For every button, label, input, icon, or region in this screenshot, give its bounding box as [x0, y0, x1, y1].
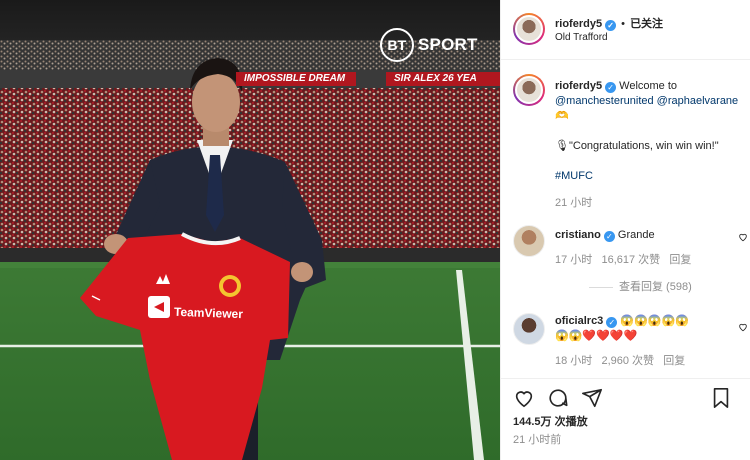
post-video[interactable]: IMPOSSIBLE DREAM SIR ALEX 26 YEA BT SPOR… [0, 0, 500, 460]
post-header: rioferdy5 ✓ • 已关注 Old Trafford [501, 0, 750, 60]
comment-avatar-oficialrc3[interactable] [513, 313, 545, 345]
heart-icon[interactable] [513, 387, 535, 409]
verified-badge-icon: ✓ [605, 82, 617, 93]
comment-2-likes[interactable]: 2,960 次赞 [601, 355, 654, 367]
broadcaster-logo: BT SPORT [380, 28, 478, 62]
mention-raphaelvarane[interactable]: @raphaelvarane [657, 95, 739, 107]
comment-1-reply-button[interactable]: 回复 [669, 254, 691, 266]
stadium-scene [0, 0, 500, 460]
mention-manchesterunited[interactable]: @manchesterunited [555, 95, 654, 107]
comment-1-like-heart-icon[interactable] [738, 232, 748, 242]
comment-2-like-heart-icon[interactable] [738, 322, 748, 332]
caption-avatar[interactable] [513, 74, 545, 106]
caption-intro: Welcome to [619, 80, 678, 92]
header-username[interactable]: rioferdy5 [555, 18, 602, 30]
comment-1-meta: 17 小时 16,617 次赞 回复 [555, 253, 691, 268]
comment-2-text-line2: 😱😱❤️❤️❤️❤️ [555, 330, 638, 342]
caption-username[interactable]: rioferdy5 [555, 80, 602, 92]
view-count[interactable]: 144.5万 次播放 [513, 415, 588, 430]
avatar[interactable] [513, 13, 545, 45]
broadcaster-name: SPORT [418, 35, 478, 54]
comment-2-reply-button[interactable]: 回复 [663, 355, 685, 367]
shirt-sponsor: TeamViewer [173, 304, 244, 322]
comment-1-time: 17 小时 [555, 254, 593, 266]
separator: • [621, 18, 625, 30]
comment-1-likes[interactable]: 16,617 次赞 [601, 254, 660, 266]
caption-line-1: rioferdy5 ✓ Welcome to [555, 79, 677, 94]
comment-icon[interactable] [547, 387, 569, 409]
broadcaster-circle: BT [380, 28, 414, 62]
caption-line-2: @manchesterunited @raphaelvarane [555, 94, 738, 109]
verified-badge-icon: ✓ [606, 317, 618, 328]
comment-2-text-line1: 😱😱😱😱😱 [620, 315, 689, 327]
replies-divider [589, 286, 613, 288]
caption-time: 21 小时 [555, 197, 593, 209]
header-username-row: rioferdy5 ✓ • 已关注 [555, 15, 663, 31]
verified-badge-icon: ✓ [603, 231, 615, 242]
share-icon[interactable] [581, 387, 603, 409]
post-sidebar: rioferdy5 ✓ • 已关注 Old Trafford rioferdy5 ✓… [500, 0, 750, 460]
view-replies-label[interactable]: 查看回复 (598) [619, 281, 692, 293]
caption-emoji: 🫶 [555, 110, 569, 122]
verified-badge-icon: ✓ [605, 20, 617, 31]
stadium-banner-right: SIR ALEX 26 YEA [386, 72, 500, 86]
location-link[interactable]: Old Trafford [555, 32, 608, 43]
avatar-image [515, 76, 543, 104]
avatar-image [515, 15, 543, 43]
comment-2-time: 18 小时 [555, 355, 593, 367]
comment-2-username[interactable]: oficialrc3 [555, 315, 603, 327]
post-actions: 144.5万 次播放 21 小时前 [501, 378, 750, 460]
comment-1-view-replies[interactable]: 查看回复 (598) [589, 280, 692, 295]
hashtag-mufc[interactable]: #MUFC [555, 169, 593, 184]
comment-1-text-row: cristiano ✓ Grande [555, 228, 655, 243]
comment-2-meta: 18 小时 2,960 次赞 回复 [555, 354, 685, 369]
instagram-post: IMPOSSIBLE DREAM SIR ALEX 26 YEA BT SPOR… [0, 0, 750, 460]
post-time: 21 小时前 [513, 434, 562, 446]
caption-quote: 🎙"Congratulations, win win win!" [555, 140, 719, 152]
comment-1-text: Grande [617, 229, 655, 241]
follow-status-button[interactable]: 已关注 [630, 18, 663, 30]
comment-1-username[interactable]: cristiano [555, 229, 601, 241]
stadium-banner-left: IMPOSSIBLE DREAM [236, 72, 356, 86]
comment-2-text-row: oficialrc3 ✓ 😱😱😱😱😱 [555, 314, 689, 329]
bookmark-icon[interactable] [711, 387, 731, 409]
comment-avatar-cristiano[interactable] [513, 225, 545, 257]
